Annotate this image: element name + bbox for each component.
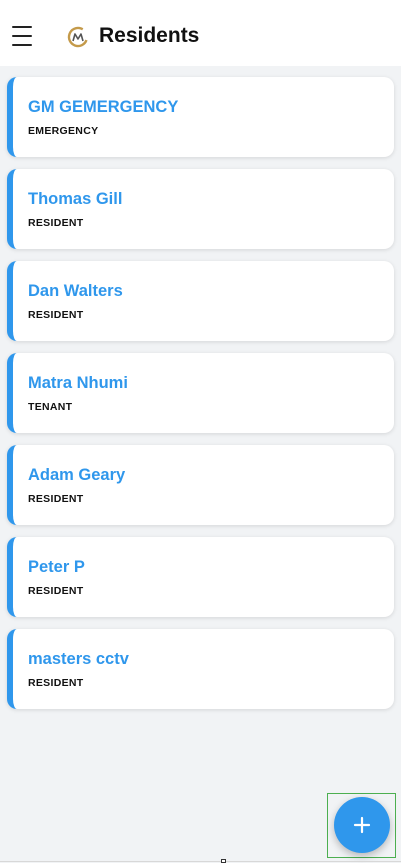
resident-role: RESIDENT (28, 309, 84, 321)
page-title: Residents (99, 24, 200, 47)
resident-role: TENANT (28, 401, 73, 413)
resident-name: masters cctv (28, 650, 129, 668)
app-bar: Residents (0, 0, 401, 66)
bottom-handle (221, 859, 226, 863)
resident-card[interactable]: Thomas Gill RESIDENT (7, 169, 394, 249)
bottom-divider (0, 861, 401, 862)
resident-card[interactable]: Dan Walters RESIDENT (7, 261, 394, 341)
resident-card[interactable]: Adam Geary RESIDENT (7, 445, 394, 525)
resident-name: Matra Nhumi (28, 374, 128, 392)
resident-name: Dan Walters (28, 282, 123, 300)
resident-role: EMERGENCY (28, 125, 99, 137)
resident-name: GM GEMERGENCY (28, 98, 179, 116)
resident-name: Thomas Gill (28, 190, 123, 208)
residents-list: GM GEMERGENCY EMERGENCY Thomas Gill RESI… (7, 77, 394, 721)
resident-role: RESIDENT (28, 585, 84, 597)
add-resident-button[interactable] (334, 797, 390, 853)
resident-card[interactable]: GM GEMERGENCY EMERGENCY (7, 77, 394, 157)
resident-card[interactable]: masters cctv RESIDENT (7, 629, 394, 709)
resident-role: RESIDENT (28, 217, 84, 229)
resident-role: RESIDENT (28, 677, 84, 689)
resident-role: RESIDENT (28, 493, 84, 505)
plus-icon (353, 816, 371, 834)
resident-name: Adam Geary (28, 466, 126, 484)
gm-logo-icon (67, 26, 89, 48)
resident-card[interactable]: Matra Nhumi TENANT (7, 353, 394, 433)
hamburger-menu-icon[interactable] (12, 26, 34, 46)
resident-name: Peter P (28, 558, 85, 576)
resident-card[interactable]: Peter P RESIDENT (7, 537, 394, 617)
residents-screen: Residents GM GEMERGENCY EMERGENCY Thomas… (0, 0, 401, 863)
